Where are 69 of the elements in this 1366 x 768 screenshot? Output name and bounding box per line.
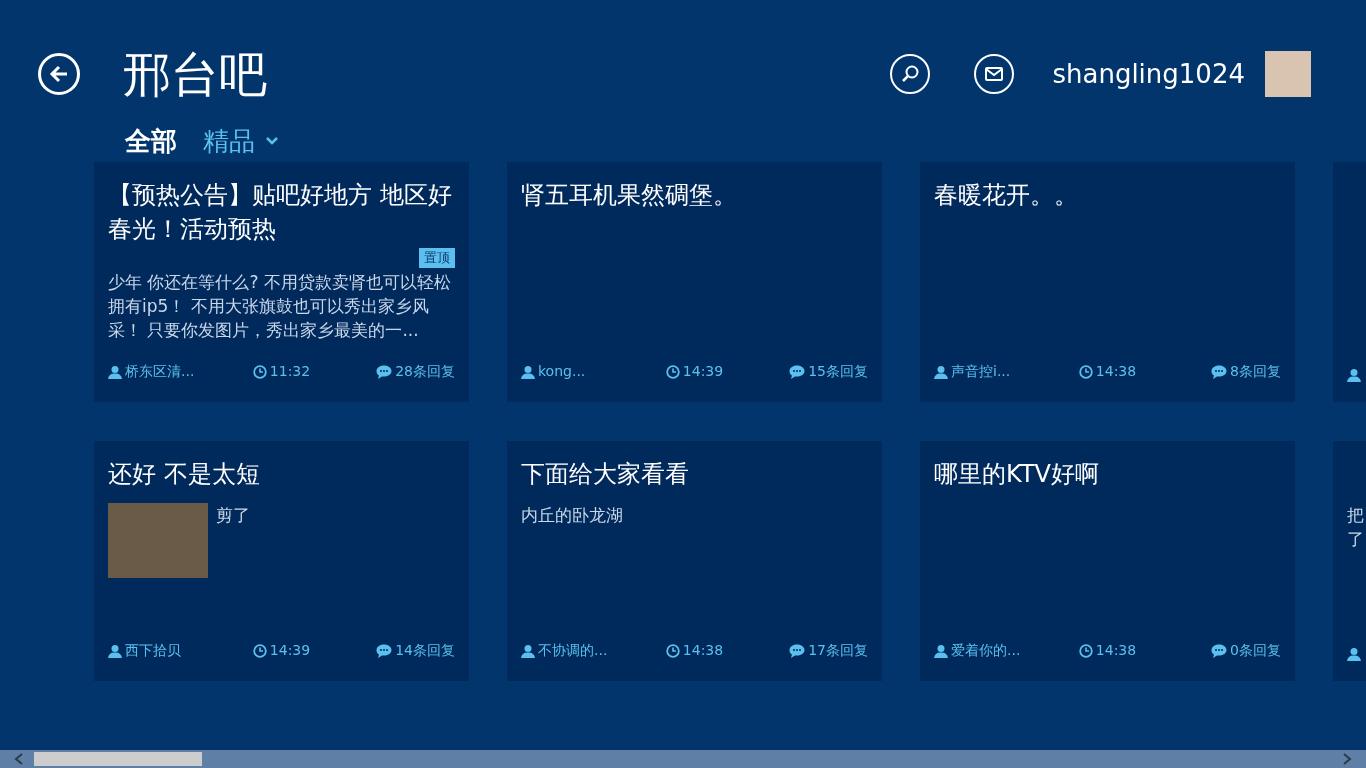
post-title: 还好 不是太短 <box>108 459 261 490</box>
clock-icon <box>1078 364 1093 379</box>
user-icon <box>108 643 122 658</box>
clock-icon <box>1078 643 1093 658</box>
comment-icon <box>789 364 806 379</box>
reply-count: 8条回复 <box>1230 362 1281 381</box>
user-icon <box>934 364 948 379</box>
author-name[interactable]: 不协调的... <box>538 640 608 661</box>
post-excerpt: 少年 你还在等什么? 不用贷款卖肾也可以轻松拥有ip5！ 不用大张旗鼓也可以秀出家乡风采！ 只要你发图片，秀出家乡最美的一... <box>108 271 452 342</box>
reply-count: 17条回复 <box>808 641 868 660</box>
filter-tab[interactable]: 精品 <box>203 121 279 161</box>
post-time: 14:38 <box>1095 641 1137 660</box>
clock-icon <box>665 643 680 658</box>
post-excerpt: 剪了 <box>216 504 250 527</box>
post-card[interactable]: 肾五耳机果然碉堡。 kong... 14:39 15条回复 <box>507 162 882 402</box>
post-card[interactable]: 哪里的KTV好啊 爱着你的... 14:38 0条回复 <box>920 441 1295 681</box>
comment-icon <box>376 364 393 379</box>
search-icon <box>900 64 921 84</box>
post-title: 哪里的KTV好啊 <box>934 459 1100 490</box>
post-title: 【预热公告】贴吧好地方 地区好春光！活动预热 <box>108 180 453 245</box>
post-card[interactable]: 下面给大家看看 内丘的卧龙湖 不协调的... 14:38 17条回复 <box>507 441 882 681</box>
post-time: 11:32 <box>269 362 311 381</box>
username[interactable]: shangling1024 <box>1052 54 1245 94</box>
clock-icon <box>252 643 267 658</box>
comment-icon <box>376 643 393 658</box>
comment-icon <box>1211 364 1228 379</box>
horizontal-scrollbar[interactable] <box>0 750 1366 768</box>
back-arrow-icon <box>49 65 69 83</box>
post-time: 14:38 <box>682 641 724 660</box>
page-title: 邢台吧 <box>123 45 267 104</box>
mail-icon <box>984 66 1005 82</box>
clock-icon <box>252 364 267 379</box>
user-icon <box>521 364 535 379</box>
clock-icon <box>665 364 680 379</box>
author-name[interactable]: 爱着你的... <box>951 640 1021 661</box>
post-time: 14:38 <box>1095 362 1137 381</box>
post-title: 肾五耳机果然碉堡。 <box>521 180 738 211</box>
message-button[interactable] <box>974 54 1015 94</box>
post-card[interactable]: 还好 不是太短 剪了 西下拾贝 14:39 14条回复 <box>94 441 469 681</box>
author-name[interactable]: 桥东区清... <box>125 361 195 382</box>
user-icon <box>1347 647 1361 661</box>
scrollbar-thumb[interactable] <box>34 752 202 766</box>
user-icon <box>521 643 535 658</box>
user-icon <box>108 364 122 379</box>
post-time: 14:39 <box>269 641 311 660</box>
pinned-badge: 置顶 <box>419 248 455 268</box>
post-card[interactable]: 春暖花开。。 声音控i... 14:38 8条回复 <box>920 162 1295 402</box>
author-name[interactable]: 西下拾贝 <box>125 640 181 661</box>
post-title: 春暖花开。。 <box>934 180 1079 211</box>
post-excerpt: 了 <box>1347 528 1365 551</box>
reply-count: 28条回复 <box>395 362 455 381</box>
post-card[interactable]: 把 了 <box>1333 441 1366 681</box>
post-time: 14:39 <box>682 362 724 381</box>
post-card[interactable]: 【预热公告】贴吧好地方 地区好春光！活动预热 置顶 少年 你还在等什么? 不用贷款卖肾也可以轻松拥有ip5！ 不用大张旗鼓也可以秀出家乡风采！ 只要你发图片，秀出家乡最美的一... 桥东区清... 11:32 28条回复 <box>94 162 469 402</box>
reply-count: 0条回复 <box>1230 641 1281 660</box>
post-excerpt: 内丘的卧龙湖 <box>521 504 623 527</box>
reply-count: 14条回复 <box>395 641 455 660</box>
post-excerpt: 把 <box>1347 504 1365 527</box>
user-icon <box>934 643 948 658</box>
author-name[interactable]: kong... <box>538 361 586 382</box>
search-button[interactable] <box>890 54 931 94</box>
back-button[interactable] <box>38 53 80 95</box>
author-name[interactable]: 声音控i... <box>951 361 1011 382</box>
post-title: 下面给大家看看 <box>521 459 690 490</box>
reply-count: 15条回复 <box>808 362 868 381</box>
comment-icon <box>1211 643 1228 658</box>
comment-icon <box>789 643 806 658</box>
user-icon <box>1347 368 1361 382</box>
filter-tab[interactable]: 全部 <box>125 121 177 161</box>
